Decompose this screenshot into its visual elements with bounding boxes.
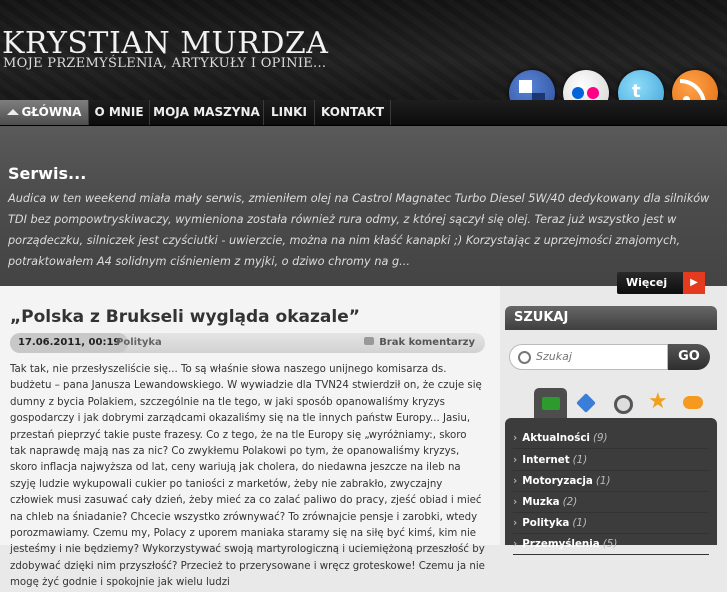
- chevron-right-icon: ›: [513, 475, 518, 487]
- featured-excerpt: Audica w ten weekend miała mały serwis, …: [8, 192, 710, 268]
- category-name: Aktualności: [522, 432, 590, 444]
- category-name: Przemyślenia: [522, 538, 600, 550]
- home-icon: [6, 109, 19, 115]
- category-count: (1): [572, 517, 587, 529]
- chevron-right-icon: ›: [513, 496, 518, 508]
- featured-title[interactable]: Serwis...: [8, 164, 86, 183]
- nav-item-contact[interactable]: KONTAKT: [315, 100, 391, 125]
- post-comments-label: Brak komentarzy: [379, 337, 475, 348]
- nav-item-label: GŁÓWNA: [21, 105, 82, 119]
- category-name: Motoryzacja: [522, 475, 593, 487]
- post-date: 17.06.2011, 00:19: [10, 333, 129, 353]
- comment-icon: [364, 337, 375, 345]
- chevron-right-icon: ›: [513, 517, 518, 529]
- post-category[interactable]: Polityka: [116, 333, 162, 353]
- nav-item-label: LINKI: [271, 105, 307, 119]
- category-item[interactable]: › Internet (1): [513, 450, 709, 471]
- category-item[interactable]: › Motoryzacja (1): [513, 471, 709, 492]
- nav-item-links[interactable]: LINKI: [264, 100, 315, 125]
- star-icon[interactable]: ★: [642, 388, 675, 418]
- category-count: (9): [592, 432, 608, 444]
- search-field[interactable]: [509, 344, 668, 370]
- folder-icon[interactable]: [534, 388, 567, 418]
- more-button[interactable]: Więcej ▶: [617, 272, 705, 294]
- post-meta: 17.06.2011, 00:19 Polityka Brak komentar…: [10, 333, 485, 353]
- search-go-button[interactable]: GO: [668, 344, 710, 370]
- post-body: Tak tak, nie przesłyszeliście się... To …: [10, 364, 485, 589]
- nav-item-label: O MNIE: [94, 105, 144, 119]
- post-comments-link[interactable]: Brak komentarzy: [364, 333, 475, 353]
- category-item[interactable]: › Muzka (2): [513, 492, 709, 513]
- comment-icon[interactable]: [677, 388, 710, 418]
- chevron-right-icon: ›: [513, 454, 518, 466]
- search-icon: [518, 351, 531, 364]
- chevron-right-icon: ›: [513, 432, 518, 444]
- chevron-right-icon: ›: [513, 538, 518, 550]
- category-count: (1): [572, 454, 588, 466]
- nav-item-my-car[interactable]: MOJA MASZYNA: [150, 100, 264, 125]
- tag-icon[interactable]: [570, 388, 603, 418]
- site-tagline: MOJE PRZEMYŚLENIA, ARTYKUŁY I OPINIE...: [3, 56, 327, 71]
- category-item[interactable]: › Polityka (1): [513, 513, 709, 534]
- more-button-label: Więcej: [626, 276, 668, 289]
- nav-item-about[interactable]: O MNIE: [89, 100, 150, 125]
- category-name: Muzka: [522, 496, 560, 508]
- post-title[interactable]: „Polska z Brukseli wygląda okazale”: [10, 307, 360, 327]
- nav-item-label: KONTAKT: [320, 105, 385, 119]
- main-nav: GŁÓWNA O MNIE MOJA MASZYNA LINKI KONTAKT: [0, 100, 727, 126]
- category-item[interactable]: › Aktualności (9): [513, 428, 709, 449]
- category-name: Polityka: [522, 517, 570, 529]
- arrow-right-icon: ▶: [683, 272, 705, 294]
- nav-item-label: MOJA MASZYNA: [153, 105, 260, 119]
- category-count: (5): [602, 538, 618, 550]
- sidebar-tabs: ★: [534, 388, 710, 418]
- category-count: (2): [562, 496, 578, 508]
- category-name: Internet: [522, 454, 570, 466]
- nav-item-home[interactable]: GŁÓWNA: [0, 100, 89, 125]
- search-heading: SZUKAJ: [505, 306, 717, 330]
- clock-icon[interactable]: [606, 388, 639, 418]
- site-header: KRYSTIAN MURDZA MOJE PRZEMYŚLENIA, ARTYK…: [0, 0, 727, 100]
- search-input[interactable]: [534, 349, 666, 364]
- search-heading-label: SZUKAJ: [514, 310, 569, 325]
- category-count: (1): [595, 475, 611, 487]
